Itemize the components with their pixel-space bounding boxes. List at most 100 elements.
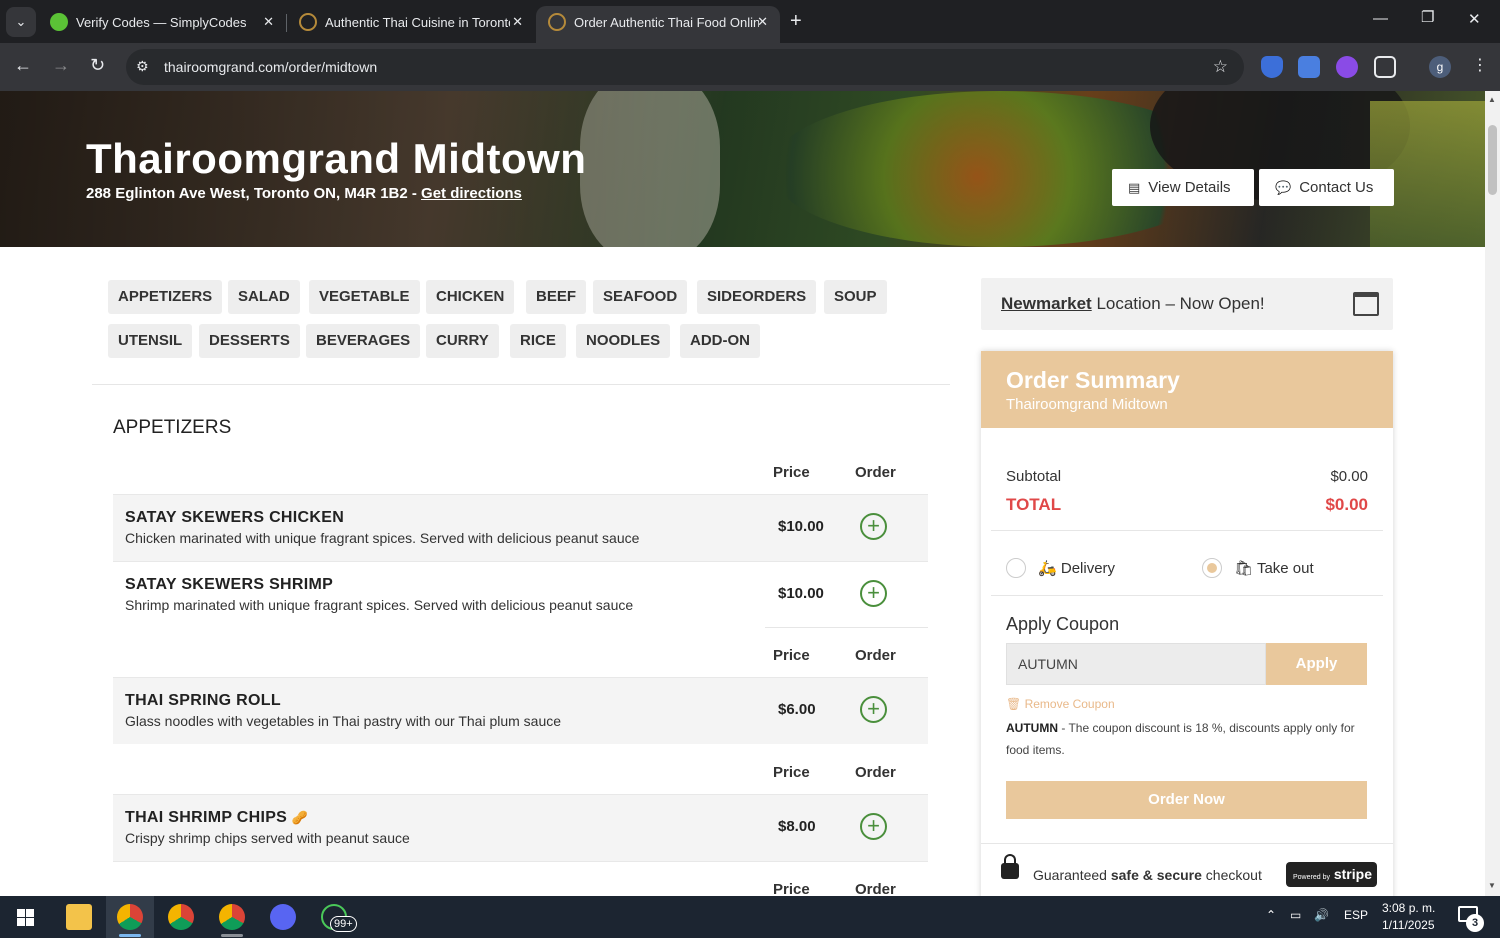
- order-now-button[interactable]: Order Now: [1006, 781, 1367, 819]
- restore-icon[interactable]: ❐: [1421, 8, 1434, 26]
- back-icon[interactable]: ←: [14, 55, 32, 76]
- scrollbar-thumb[interactable]: [1488, 125, 1497, 195]
- tab-verify-codes[interactable]: Verify Codes — SimplyCodes ✕: [38, 6, 286, 43]
- thairoomgrand-favicon-icon: [299, 13, 317, 31]
- tab-authentic-thai-cuisine[interactable]: Authentic Thai Cuisine in Toronto ✕: [287, 6, 535, 43]
- delivery-option[interactable]: 🛵 Delivery: [1038, 559, 1115, 577]
- coupon-code: AUTUMN: [1006, 721, 1058, 735]
- category-add-on[interactable]: ADD-ON: [680, 324, 760, 358]
- restaurant-title: Thairoomgrand Midtown: [86, 135, 587, 182]
- clock[interactable]: 3:08 p. m. 1/11/2025: [1382, 900, 1435, 934]
- file-explorer-icon[interactable]: [66, 904, 92, 930]
- view-details-button[interactable]: ▤ View Details: [1112, 169, 1254, 206]
- language-indicator[interactable]: ESP: [1344, 908, 1368, 922]
- tab-strip: ⌄ Verify Codes — SimplyCodes ✕ Authentic…: [0, 0, 1500, 43]
- section-title: APPETIZERS: [113, 417, 232, 438]
- bookmark-star-icon[interactable]: ☆: [1213, 57, 1228, 77]
- delivery-radio[interactable]: [1006, 558, 1026, 578]
- tab-search-button[interactable]: ⌄: [6, 7, 36, 37]
- profile-avatar[interactable]: g: [1429, 56, 1451, 78]
- promo-location-link[interactable]: Newmarket: [1001, 294, 1092, 313]
- url-text[interactable]: thairoomgrand.com/order/midtown: [164, 59, 377, 75]
- translate-extension-icon[interactable]: [1298, 56, 1320, 78]
- close-tab-icon[interactable]: ✕: [512, 14, 523, 30]
- coupon-description: AUTUMN - The coupon discount is 18 %, di…: [1006, 717, 1366, 761]
- category-beef[interactable]: BEEF: [526, 280, 587, 314]
- forward-icon[interactable]: →: [52, 55, 70, 76]
- windows-taskbar: 99+ ⌃ ▭ 🔊 ESP 3:08 p. m. 1/11/2025 3: [0, 896, 1500, 938]
- order-column-header: Order: [855, 881, 896, 896]
- delivery-label: Delivery: [1060, 560, 1116, 577]
- price-column-header: Price: [773, 647, 810, 664]
- close-tab-icon[interactable]: ✕: [757, 14, 768, 30]
- promo-text: Newmarket Location – Now Open!: [1001, 294, 1265, 314]
- chat-bubble-icon: 💬: [1275, 180, 1292, 195]
- category-chicken[interactable]: CHICKEN: [426, 280, 515, 314]
- scroll-down-arrow-icon[interactable]: ▼: [1488, 881, 1496, 890]
- remove-coupon-link[interactable]: 🗑 Remove Coupon: [1006, 697, 1115, 711]
- show-hidden-icons-chevron-icon[interactable]: ⌃: [1266, 908, 1276, 922]
- add-item-plus-icon[interactable]: +: [860, 813, 887, 840]
- site-info-icon[interactable]: ⚙: [136, 58, 149, 75]
- order-summary-title: Order Summary: [1006, 367, 1180, 393]
- category-desserts[interactable]: DESSERTS: [199, 324, 300, 358]
- chrome-profile-icon[interactable]: [117, 904, 143, 930]
- lock-icon: [1001, 854, 1019, 879]
- total-label: TOTAL: [1006, 495, 1062, 514]
- chrome-icon[interactable]: [168, 904, 194, 930]
- browser-toolbar: ← → ↻ ⚙ thairoomgrand.com/order/midtown …: [0, 43, 1500, 91]
- category-seafood[interactable]: SEAFOOD: [593, 280, 688, 314]
- close-window-icon[interactable]: ✕: [1468, 10, 1481, 28]
- address-bar[interactable]: ⚙ thairoomgrand.com/order/midtown ☆: [126, 49, 1244, 85]
- secure-bold: safe & secure: [1110, 867, 1202, 883]
- stripe-logo-text: stripe: [1333, 866, 1372, 882]
- chrome-menu-icon[interactable]: ⋮: [1472, 55, 1488, 75]
- category-noodles[interactable]: NOODLES: [576, 324, 671, 358]
- new-tab-button[interactable]: +: [790, 10, 802, 33]
- minimize-icon[interactable]: —: [1373, 10, 1388, 27]
- category-soup[interactable]: SOUP: [824, 280, 887, 314]
- purple-extension-icon[interactable]: [1336, 56, 1358, 78]
- discord-icon[interactable]: [270, 904, 296, 930]
- stripe-small-text: Powered by: [1293, 874, 1330, 881]
- add-item-plus-icon[interactable]: +: [860, 580, 887, 607]
- takeout-radio[interactable]: [1202, 558, 1222, 578]
- takeout-option[interactable]: 🛍 Take out: [1234, 559, 1314, 577]
- reload-icon[interactable]: ↻: [90, 55, 105, 76]
- chrome-profile-2-icon[interactable]: [219, 904, 245, 930]
- windows-start-icon[interactable]: [17, 909, 34, 926]
- item-description: Crispy shrimp chips served with peanut s…: [125, 830, 410, 846]
- category-rice[interactable]: RICE: [510, 324, 566, 358]
- contact-us-button[interactable]: 💬 Contact Us: [1259, 169, 1394, 206]
- puzzle-extensions-icon[interactable]: [1374, 56, 1396, 78]
- simplycodes-favicon-icon: [50, 13, 68, 31]
- document-icon: ▤: [1128, 180, 1141, 195]
- location-promo-banner[interactable]: Newmarket Location – Now Open!: [981, 278, 1393, 330]
- add-item-plus-icon[interactable]: +: [860, 513, 887, 540]
- divider: [991, 595, 1383, 596]
- order-column-header: Order: [855, 464, 896, 481]
- category-curry[interactable]: CURRY: [426, 324, 499, 358]
- category-utensil[interactable]: UTENSIL: [108, 324, 193, 358]
- scroll-up-arrow-icon[interactable]: ▲: [1488, 95, 1496, 104]
- category-appetizers[interactable]: APPETIZERS: [108, 280, 223, 314]
- order-column-header: Order: [855, 764, 896, 781]
- coupon-input[interactable]: AUTUMN: [1006, 643, 1266, 685]
- price-column-header: Price: [773, 464, 810, 481]
- close-tab-icon[interactable]: ✕: [263, 14, 274, 30]
- category-sideorders[interactable]: SIDEORDERS: [697, 280, 817, 314]
- apply-coupon-button[interactable]: Apply: [1266, 643, 1367, 685]
- shield-extension-icon[interactable]: [1261, 56, 1283, 78]
- tab-title: Verify Codes — SimplyCodes: [76, 15, 247, 30]
- tab-order-thai-food[interactable]: Order Authentic Thai Food Online ✕: [536, 6, 780, 43]
- category-salad[interactable]: SALAD: [228, 280, 300, 314]
- category-vegetable[interactable]: VEGETABLE: [309, 280, 420, 314]
- category-beverages[interactable]: BEVERAGES: [306, 324, 421, 358]
- volume-icon[interactable]: 🔊: [1314, 908, 1329, 922]
- secure-checkout-text: Guaranteed safe & secure checkout: [1033, 867, 1262, 883]
- get-directions-link[interactable]: Get directions: [421, 185, 522, 202]
- page-scrollbar[interactable]: ▲ ▼: [1485, 91, 1500, 896]
- network-icon[interactable]: ▭: [1290, 908, 1301, 922]
- order-summary-panel: Order Summary Thairoomgrand Midtown Subt…: [981, 351, 1393, 896]
- add-item-plus-icon[interactable]: +: [860, 696, 887, 723]
